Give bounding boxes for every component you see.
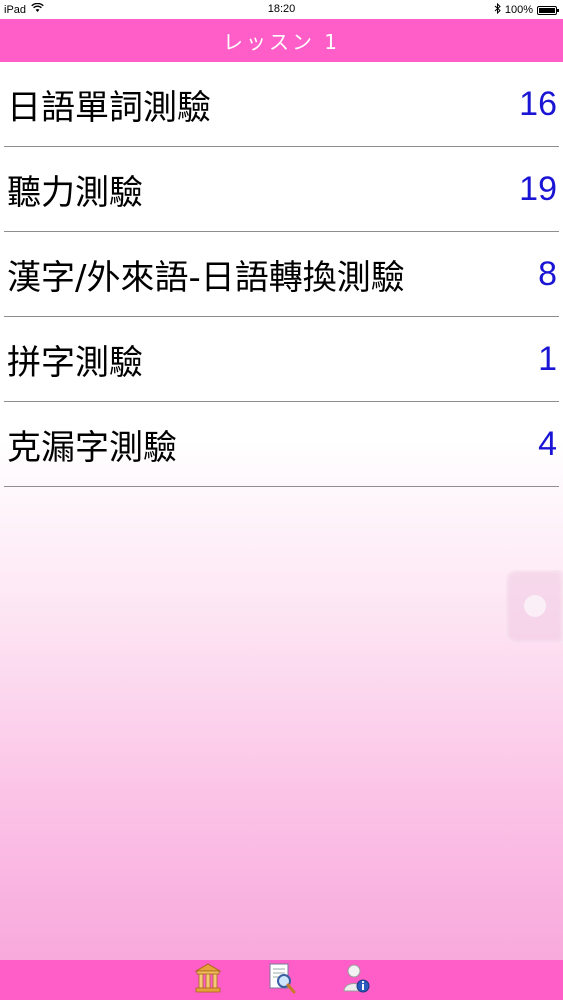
tab-bar	[0, 960, 563, 1000]
user-info-icon	[342, 962, 370, 998]
list-item-count: 4	[538, 424, 557, 463]
list-item-label: 克漏字測驗	[7, 427, 177, 468]
battery-icon	[537, 5, 559, 15]
assistive-touch-button[interactable]	[506, 570, 563, 643]
list-item-label: 聽力測驗	[7, 172, 143, 213]
status-bar: iPad 18:20 100%	[0, 0, 563, 19]
list-item-label: 日語單詞測驗	[7, 87, 211, 128]
tab-profile[interactable]	[338, 962, 374, 998]
list-item-count: 19	[519, 169, 557, 208]
temple-icon	[193, 962, 222, 998]
list-item[interactable]: 克漏字測驗 4	[4, 402, 559, 487]
list-item-label: 拼字測驗	[7, 342, 143, 383]
list-item[interactable]: 日語單詞測驗 16	[4, 62, 559, 147]
list-item-count: 8	[538, 254, 557, 293]
tab-search[interactable]	[264, 962, 300, 998]
list-item-count: 1	[538, 339, 557, 378]
list-item-count: 16	[519, 84, 557, 123]
assistive-touch-dot	[524, 595, 546, 617]
document-search-icon	[267, 962, 297, 998]
bluetooth-icon	[494, 2, 501, 17]
list-item[interactable]: 拼字測驗 1	[4, 317, 559, 402]
tab-home[interactable]	[190, 962, 226, 998]
list-item[interactable]: 聽力測驗 19	[4, 147, 559, 232]
battery-percent: 100%	[504, 4, 533, 16]
status-right: 100%	[494, 2, 559, 17]
quiz-list: 日語單詞測驗 16 聽力測驗 19 漢字/外來語-日語轉換測驗 8 拼字測驗 1…	[0, 62, 563, 487]
list-item[interactable]: 漢字/外來語-日語轉換測驗 8	[4, 232, 559, 317]
list-item-label: 漢字/外來語-日語轉換測驗	[7, 257, 405, 298]
status-time: 18:20	[267, 3, 296, 15]
page-title: レッスン 1	[222, 30, 341, 54]
nav-bar: レッスン 1	[0, 19, 563, 62]
